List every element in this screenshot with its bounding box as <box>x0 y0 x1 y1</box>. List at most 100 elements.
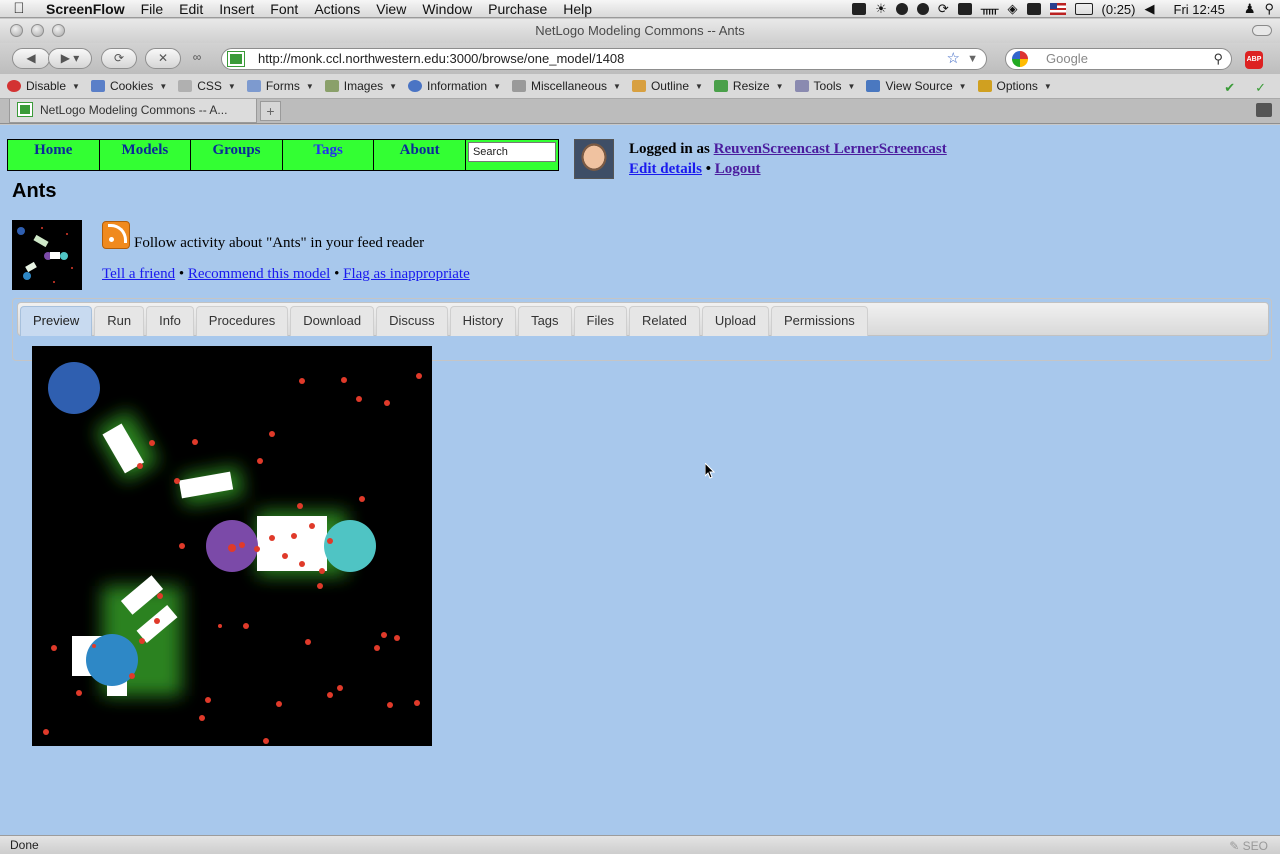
us-flag-icon[interactable] <box>1049 3 1066 15</box>
user-agent-icon[interactable] <box>895 3 908 15</box>
window-title: NetLogo Modeling Commons -- Ants <box>535 23 745 38</box>
devbar-outline[interactable]: Outline ▼ <box>631 79 703 93</box>
devbar-tools[interactable]: Tools ▼ <box>794 79 855 93</box>
clock[interactable]: Fri 12:45 <box>1174 2 1225 17</box>
url-bar[interactable]: http://monk.ccl.northwestern.edu:3000/br… <box>221 48 987 70</box>
tab-discuss[interactable]: Discuss <box>376 306 448 336</box>
follow-activity-text: Follow activity about "Ants" in your fee… <box>134 235 425 251</box>
devbar-view-source[interactable]: View Source ▼ <box>866 79 967 93</box>
brightness-icon[interactable]: ☀ <box>875 1 887 17</box>
paw-icon[interactable] <box>916 3 929 15</box>
tab-download[interactable]: Download <box>290 306 375 336</box>
browser-status-bar: Done ✎ SEO <box>0 835 1280 854</box>
bracket-icon[interactable] <box>957 3 972 15</box>
screen-recorder-icon[interactable] <box>852 3 867 15</box>
nav-tags[interactable]: Tags <box>282 140 375 170</box>
menu-edit[interactable]: Edit <box>171 0 211 18</box>
tab-upload[interactable]: Upload <box>701 306 770 336</box>
devbar-cookies[interactable]: Cookies ▼ <box>90 79 167 93</box>
wifi-icon[interactable]: ◈ <box>1008 1 1018 17</box>
battery-icon[interactable] <box>1074 3 1093 15</box>
url-history-dropdown-icon[interactable]: ▼ <box>967 49 978 69</box>
browser-tab-title: NetLogo Modeling Commons -- A... <box>40 103 228 117</box>
menu-insert[interactable]: Insert <box>211 0 262 18</box>
site-navigation: Home Models Groups Tags About <box>7 139 559 171</box>
display-icon[interactable] <box>1026 3 1041 15</box>
tab-permissions[interactable]: Permissions <box>771 306 868 336</box>
web-developer-toolbar: Disable ▼ Cookies ▼ CSS ▼ Forms ▼ Images ▼ In… <box>0 74 1280 99</box>
volume-icon[interactable]: ◀ <box>1145 1 1155 17</box>
battery-time: (0:25) <box>1101 1 1136 17</box>
nav-about[interactable]: About <box>374 140 466 170</box>
site-search-input[interactable] <box>467 142 556 162</box>
nav-groups[interactable]: Groups <box>191 140 283 170</box>
adblock-plus-icon[interactable]: ABP <box>1245 51 1263 69</box>
login-info: Logged in as ReuvenScreencast LernerScre… <box>629 139 947 179</box>
sync-icon[interactable]: ⟳ <box>938 1 949 17</box>
menu-window[interactable]: Window <box>414 0 480 18</box>
apple-menu-icon[interactable]:  <box>0 0 38 17</box>
status-addon-icons[interactable]: ✎ SEO <box>1229 837 1268 854</box>
validation-check-icon[interactable]: ✔ <box>1224 80 1235 96</box>
edit-details-link[interactable]: Edit details <box>629 161 702 177</box>
reload-button[interactable]: ⟳ <box>101 48 137 69</box>
browser-tab[interactable]: NetLogo Modeling Commons -- A... <box>9 99 257 123</box>
back-button[interactable]: ◀ <box>12 48 50 69</box>
user-profile-link[interactable]: ReuvenScreencast LernerScreencast <box>714 141 947 157</box>
logout-link[interactable]: Logout <box>715 161 761 177</box>
tell-a-friend-link[interactable]: Tell a friend <box>102 266 175 282</box>
spotlight-icon[interactable]: ⚲ <box>1264 1 1274 17</box>
bookmark-star-icon[interactable]: ☆ <box>947 49 960 69</box>
menu-purchase[interactable]: Purchase <box>480 0 555 18</box>
browser-tab-strip: NetLogo Modeling Commons -- A... + <box>0 99 1280 124</box>
bluetooth-icon[interactable]: ᚅ <box>981 1 999 17</box>
search-icon[interactable]: ⚲ <box>1213 49 1223 69</box>
tab-favicon-icon <box>17 102 33 117</box>
tools-icon <box>794 80 809 92</box>
close-window-button[interactable] <box>10 24 23 37</box>
forward-button[interactable]: ▶ ▾ <box>48 48 92 69</box>
devbar-options[interactable]: Options ▼ <box>977 79 1052 93</box>
tab-info[interactable]: Info <box>146 306 194 336</box>
menu-file[interactable]: File <box>133 0 172 18</box>
tab-related[interactable]: Related <box>629 306 700 336</box>
tab-list-icon[interactable] <box>1256 103 1272 117</box>
web-search-field[interactable]: Google ⚲ <box>1005 48 1232 70</box>
tab-tags[interactable]: Tags <box>518 306 572 336</box>
tools-icon-button[interactable]: ∞ <box>186 48 208 69</box>
tab-preview[interactable]: Preview <box>20 306 93 336</box>
devbar-images[interactable]: Images ▼ <box>324 79 397 93</box>
menu-font[interactable]: Font <box>262 0 306 18</box>
devbar-miscellaneous[interactable]: Miscellaneous ▼ <box>512 79 621 93</box>
zoom-window-button[interactable] <box>52 24 65 37</box>
menu-app-screenflow[interactable]: ScreenFlow <box>38 0 133 18</box>
devbar-resize[interactable]: Resize ▼ <box>713 79 784 93</box>
page-title: Ants <box>12 180 57 202</box>
new-tab-button[interactable]: + <box>260 101 281 121</box>
menu-view[interactable]: View <box>368 0 414 18</box>
rss-feed-icon[interactable] <box>102 221 130 249</box>
forms-icon <box>246 80 261 92</box>
flag-inappropriate-link[interactable]: Flag as inappropriate <box>343 266 470 282</box>
user-icon[interactable]: ♟ <box>1244 1 1256 17</box>
nav-models[interactable]: Models <box>99 140 192 170</box>
devbar-disable[interactable]: Disable ▼ <box>7 79 80 93</box>
page-content: Home Models Groups Tags About Logged in … <box>0 125 1280 835</box>
devbar-css[interactable]: CSS ▼ <box>178 79 236 93</box>
stop-button[interactable]: ✕ <box>145 48 181 69</box>
tab-history[interactable]: History <box>449 306 517 336</box>
devbar-information[interactable]: Information ▼ <box>408 79 501 93</box>
tab-run[interactable]: Run <box>94 306 145 336</box>
recommend-model-link[interactable]: Recommend this model <box>188 266 330 282</box>
menu-help[interactable]: Help <box>555 0 600 18</box>
status-ok-icon[interactable]: ✓ <box>1255 80 1266 96</box>
nav-home[interactable]: Home <box>8 140 100 170</box>
toolbar-toggle-button[interactable] <box>1252 25 1272 36</box>
food-source-cyan <box>324 520 376 572</box>
tab-procedures[interactable]: Procedures <box>195 306 289 336</box>
minimize-window-button[interactable] <box>31 24 44 37</box>
google-icon[interactable] <box>1012 51 1028 67</box>
tab-files[interactable]: Files <box>573 306 627 336</box>
menu-actions[interactable]: Actions <box>306 0 368 18</box>
devbar-forms[interactable]: Forms ▼ <box>246 79 314 93</box>
